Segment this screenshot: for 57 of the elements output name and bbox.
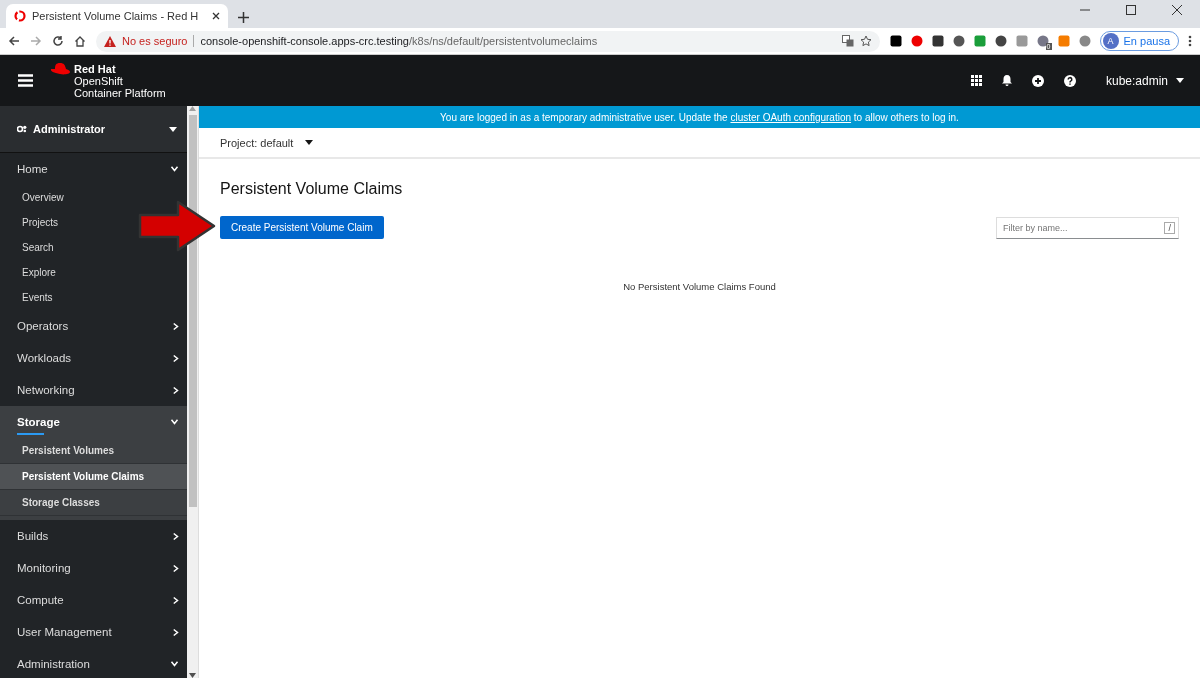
nav-item[interactable]: Storage xyxy=(0,406,187,438)
nav-subitem[interactable]: Projects xyxy=(22,217,59,228)
nav-item[interactable]: User Management xyxy=(0,616,187,648)
caret-icon xyxy=(1176,78,1184,83)
product-logo[interactable]: Red Hat OpenShift Container Platform xyxy=(74,62,166,99)
nav-item[interactable]: Administration xyxy=(0,648,187,678)
hat-logo-icon xyxy=(50,62,70,76)
nav-subitem[interactable]: Explore xyxy=(22,267,56,278)
bell-icon[interactable] xyxy=(1001,75,1012,86)
address-bar[interactable]: No es seguro console-openshift-console.apps-crc.testing/k8s/ns/default/persistentvolumeclaims xyxy=(96,30,880,52)
user-menu[interactable]: kube:admin xyxy=(1105,73,1184,88)
security-label: No es seguro xyxy=(122,35,195,47)
perspective-switcher[interactable]: Administrator xyxy=(0,106,187,153)
create-button[interactable]: Create Persistent Volume Claim xyxy=(220,216,384,239)
menu-icon[interactable] xyxy=(17,74,33,87)
nav-item[interactable]: Compute xyxy=(0,584,187,616)
browser-tab[interactable]: Persistent Volume Claims - Red H xyxy=(6,4,229,28)
home-icon[interactable] xyxy=(74,35,86,47)
banner-text: You are logged in as a temporary administrative user. Update the cluster OAuth configuration to allow others to log in. xyxy=(440,111,959,123)
warning-icon xyxy=(104,35,116,47)
scroll-down-icon[interactable] xyxy=(189,673,196,678)
extension-icon[interactable] xyxy=(889,35,902,47)
nav-subitem[interactable]: Storage Classes xyxy=(22,497,100,508)
add-icon[interactable] xyxy=(1031,74,1044,87)
translate-icon[interactable] xyxy=(841,35,854,47)
nav-item[interactable]: Monitoring xyxy=(0,552,187,584)
page-title: Persistent Volume Claims xyxy=(220,180,404,198)
app-grid-icon[interactable] xyxy=(970,75,982,86)
openshift-logo-icon xyxy=(14,10,26,22)
nav-subitem[interactable]: Persistent Volumes xyxy=(22,445,115,456)
star-icon[interactable] xyxy=(859,35,872,47)
help-icon[interactable] xyxy=(1063,74,1076,87)
more-icon[interactable] xyxy=(1188,35,1192,47)
close-icon[interactable] xyxy=(212,12,221,20)
reload-icon[interactable] xyxy=(52,35,64,47)
new-tab-icon[interactable] xyxy=(238,12,250,23)
caret-icon xyxy=(169,126,177,132)
extension-icon[interactable] xyxy=(1036,35,1049,47)
extension-icon[interactable] xyxy=(952,35,965,47)
nav-item[interactable]: Workloads xyxy=(0,342,187,374)
nav-item[interactable]: Home xyxy=(0,153,187,185)
shortcut-key: / xyxy=(1164,221,1175,234)
nav-item[interactable]: Operators xyxy=(0,310,187,342)
back-icon[interactable] xyxy=(8,35,20,47)
url-text: console-openshift-console.apps-crc.testing/k8s/ns/default/persistentvolumeclaims xyxy=(200,35,598,47)
nav-subitem[interactable]: Events xyxy=(22,292,53,303)
caret-icon xyxy=(305,140,314,145)
nav-item[interactable]: Builds xyxy=(0,520,187,552)
gears-icon xyxy=(17,125,27,133)
nav-subitem[interactable]: Search xyxy=(22,242,54,253)
extension-icon[interactable] xyxy=(931,35,944,47)
nav-subitem[interactable]: Overview xyxy=(22,192,64,203)
tab-title: Persistent Volume Claims - Red H xyxy=(32,10,200,22)
empty-message: No Persistent Volume Claims Found xyxy=(623,281,776,292)
nav-item[interactable]: Networking xyxy=(0,374,187,406)
extension-icon[interactable] xyxy=(994,35,1007,47)
project-dropdown[interactable]: Project: default xyxy=(199,128,1200,159)
